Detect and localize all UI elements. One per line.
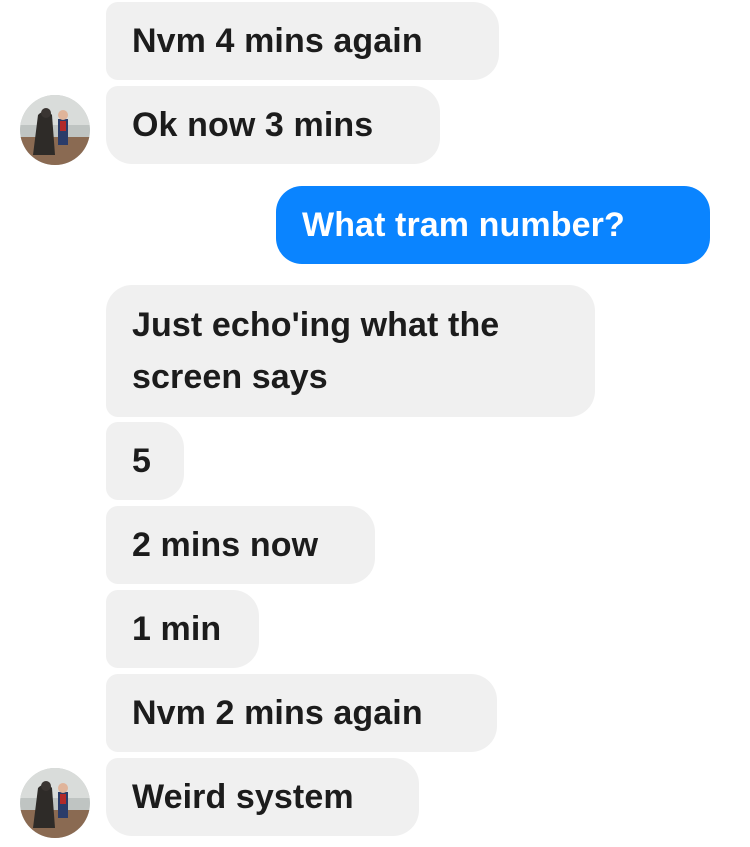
message-bubble-incoming[interactable]: 5 (106, 422, 184, 500)
message-text: Weird system (132, 778, 354, 816)
message-text: 5 (132, 442, 152, 480)
message-bubble-incoming[interactable]: Nvm 2 mins again (106, 674, 497, 752)
message-bubble-incoming[interactable]: Just echo'ing what the screen says (106, 285, 595, 417)
message-bubble-incoming[interactable]: 2 mins now (106, 506, 375, 584)
message-bubble-incoming[interactable]: Ok now 3 mins (106, 86, 440, 164)
message-bubble-incoming[interactable]: Nvm 4 mins again (106, 2, 499, 80)
message-text: 1 min (132, 610, 222, 648)
message-bubble-incoming[interactable]: Weird system (106, 758, 419, 836)
contact-avatar[interactable] (20, 768, 90, 838)
message-text: Ok now 3 mins (132, 106, 374, 144)
message-bubble-outgoing[interactable]: What tram number? (276, 186, 710, 264)
message-text: Nvm 2 mins again (132, 694, 423, 732)
message-text: 2 mins now (132, 526, 319, 564)
contact-avatar[interactable] (20, 95, 90, 165)
message-text: Just echo'ing what the screen says (132, 306, 500, 396)
message-text: Nvm 4 mins again (132, 22, 423, 60)
message-text: What tram number? (302, 206, 625, 244)
message-bubble-incoming[interactable]: 1 min (106, 590, 259, 668)
